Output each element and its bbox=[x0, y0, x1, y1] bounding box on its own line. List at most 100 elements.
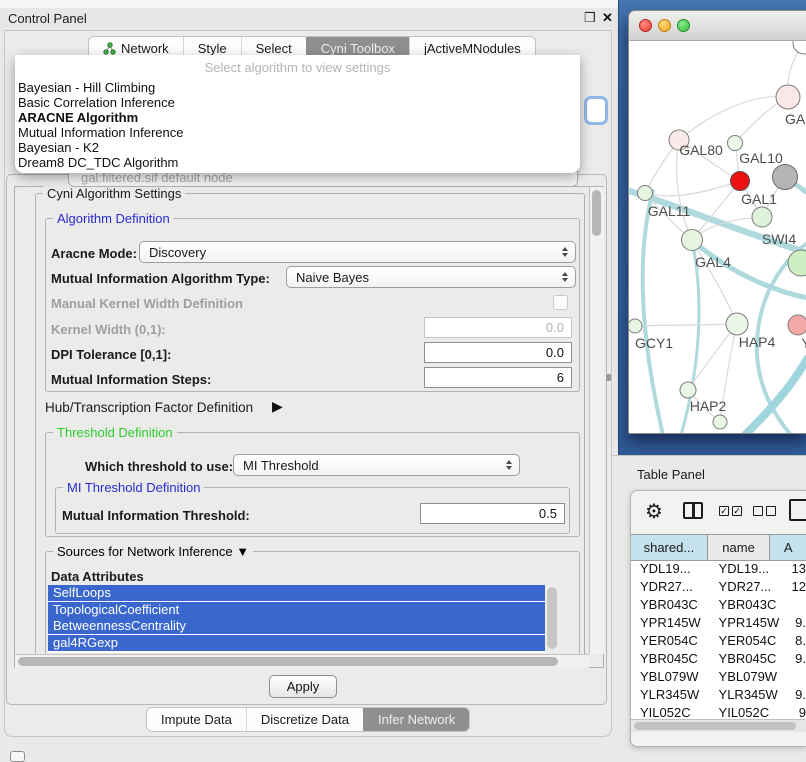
table-row[interactable]: YBR043CYBR043C bbox=[631, 597, 806, 615]
network-node-gal1[interactable] bbox=[752, 207, 772, 227]
scrollbar-thumb[interactable] bbox=[547, 587, 557, 649]
float-panel-icon[interactable]: ❒ bbox=[584, 10, 596, 26]
scrollbar-thumb[interactable] bbox=[18, 657, 558, 666]
table-panel-title: Table Panel bbox=[637, 467, 705, 482]
algorithm-popup: Select algorithm to view settings Bayesi… bbox=[15, 55, 580, 173]
deselect-all-boxes-icon[interactable] bbox=[753, 506, 776, 516]
table-toolbar: ⚙ ✓ ✓ bbox=[631, 491, 806, 534]
focused-scroll-button[interactable] bbox=[584, 96, 608, 125]
mi-algorithm-type-combobox[interactable]: Naive Bayes bbox=[286, 266, 576, 288]
hub-definition-label: Hub/Transcription Factor Definition bbox=[45, 400, 253, 415]
attribute-item-selected[interactable]: TopologicalCoefficient bbox=[48, 602, 545, 618]
close-panel-icon[interactable]: ✕ bbox=[602, 10, 613, 26]
network-node-hap4[interactable] bbox=[726, 313, 748, 335]
mi-steps-input[interactable]: 6 bbox=[424, 367, 572, 388]
attribute-item-selected[interactable]: SelfLoops bbox=[48, 585, 545, 601]
data-attributes-list: SelfLoops TopologicalCoefficient Between… bbox=[48, 585, 560, 653]
aracne-mode-label: Aracne Mode: bbox=[51, 246, 137, 261]
table-row[interactable]: YPR145WYPR145W9. bbox=[631, 615, 806, 633]
group-title: Threshold Definition bbox=[53, 425, 177, 440]
expand-arrow-icon[interactable]: ▶ bbox=[272, 398, 283, 415]
group-title: MI Threshold Definition bbox=[63, 480, 204, 495]
node-label: GAL1 bbox=[741, 191, 777, 207]
column-header-name[interactable]: name bbox=[708, 535, 771, 560]
settings-vertical-scrollbar[interactable] bbox=[589, 187, 604, 654]
scrollbar-thumb[interactable] bbox=[592, 190, 601, 236]
table-header-row: shared... name A bbox=[631, 534, 806, 561]
bottom-tabbar: Impute Data Discretize Data Infer Networ… bbox=[146, 707, 470, 732]
tab-discretize-data[interactable]: Discretize Data bbox=[246, 708, 363, 731]
network-node-gal-partial[interactable] bbox=[776, 85, 800, 109]
export-table-icon[interactable] bbox=[789, 499, 806, 521]
select-all-checks-icon[interactable]: ✓ ✓ bbox=[719, 506, 742, 516]
table-row[interactable]: YER054CYER054C8. bbox=[631, 633, 806, 651]
scrollbar-thumb[interactable] bbox=[634, 722, 796, 730]
network-window-titlebar[interactable] bbox=[629, 11, 806, 41]
algorithm-item[interactable]: Bayesian - Hill Climbing bbox=[15, 80, 580, 95]
dpi-tolerance-input[interactable]: 0.0 bbox=[424, 342, 572, 363]
network-node[interactable] bbox=[713, 415, 727, 429]
network-window[interactable]: GAL GAL80 GAL10 GAL1 GAL11 SWI4 GAL4 GCY… bbox=[628, 10, 806, 434]
apply-button[interactable]: Apply bbox=[269, 675, 337, 698]
algorithm-item[interactable]: Bayesian - K2 bbox=[15, 140, 580, 155]
table-row[interactable]: YBL079WYBL079W bbox=[631, 669, 806, 687]
network-node-salmon[interactable] bbox=[788, 315, 806, 335]
network-tab-icon bbox=[103, 42, 116, 55]
gear-icon[interactable]: ⚙ bbox=[645, 499, 663, 524]
network-canvas[interactable]: GAL GAL80 GAL10 GAL1 GAL11 SWI4 GAL4 GCY… bbox=[629, 41, 806, 434]
collapse-arrow-icon[interactable]: ▼ bbox=[236, 544, 249, 559]
network-node-gcy1[interactable] bbox=[629, 319, 642, 333]
table-row[interactable]: YLR345WYLR345W9. bbox=[631, 687, 806, 705]
network-node-gal10[interactable] bbox=[773, 165, 798, 190]
table-row[interactable]: YIL052CYIL052C9 bbox=[631, 705, 806, 719]
minimize-traffic-light[interactable] bbox=[658, 19, 671, 32]
tab-infer-network[interactable]: Infer Network bbox=[363, 708, 469, 731]
table-window: ⚙ ✓ ✓ shared... name A YDL19...YDL19...1… bbox=[630, 490, 806, 747]
column-header-shared-name[interactable]: shared... bbox=[631, 535, 708, 560]
network-node-gal11[interactable] bbox=[638, 186, 653, 201]
kernel-width-input[interactable]: 0.0 bbox=[424, 317, 572, 338]
algorithm-item[interactable]: Dream8 DC_TDC Algorithm bbox=[15, 155, 580, 170]
which-threshold-combobox[interactable]: MI Threshold bbox=[233, 454, 520, 476]
panel-splitter-handle[interactable] bbox=[606, 374, 611, 381]
zoom-traffic-light[interactable] bbox=[677, 19, 690, 32]
edge bbox=[745, 359, 806, 434]
aracne-mode-combobox[interactable]: Discovery bbox=[139, 241, 576, 263]
mi-threshold-input[interactable]: 0.5 bbox=[420, 503, 565, 524]
algorithm-item[interactable]: Basic Correlation Inference bbox=[15, 95, 580, 110]
group-title: Sources for Network Inference ▼ bbox=[53, 544, 253, 559]
table-row[interactable]: YBR045CYBR045C9. bbox=[631, 651, 806, 669]
attribute-item-selected[interactable]: BetweennessCentrality bbox=[48, 618, 545, 634]
data-attributes-label: Data Attributes bbox=[51, 569, 144, 584]
network-node-swi4[interactable] bbox=[788, 250, 806, 276]
edge bbox=[643, 191, 663, 434]
control-panel-titlebar: Control Panel ❒ ✕ bbox=[0, 8, 618, 30]
network-node[interactable] bbox=[793, 41, 806, 54]
edge bbox=[635, 324, 737, 326]
node-label: HAP2 bbox=[690, 398, 727, 414]
network-node-red[interactable] bbox=[731, 172, 750, 191]
columns-icon[interactable] bbox=[683, 502, 703, 519]
tab-impute-data[interactable]: Impute Data bbox=[147, 708, 246, 731]
table-horizontal-scrollbar[interactable] bbox=[631, 719, 806, 732]
kernel-width-label: Kernel Width (0,1): bbox=[51, 322, 166, 337]
column-header-partial[interactable]: A bbox=[770, 535, 806, 560]
algorithm-popup-placeholder: Select algorithm to view settings bbox=[15, 55, 580, 80]
network-node[interactable] bbox=[728, 136, 743, 151]
collapsed-panel-icon[interactable] bbox=[10, 751, 25, 762]
which-threshold-label: Which threshold to use: bbox=[85, 459, 233, 474]
mi-threshold-label: Mutual Information Threshold: bbox=[62, 508, 250, 523]
settings-horizontal-scrollbar[interactable] bbox=[15, 654, 589, 668]
manual-kernel-width-checkbox[interactable] bbox=[553, 295, 568, 310]
algorithm-item-selected[interactable]: ARACNE Algorithm bbox=[15, 110, 580, 125]
algorithm-item[interactable]: Mutual Information Inference bbox=[15, 125, 580, 140]
table-row[interactable]: YDL19...YDL19...13 bbox=[631, 561, 806, 579]
network-node-gal4[interactable] bbox=[682, 230, 703, 251]
table-row[interactable]: YDR27...YDR27...12 bbox=[631, 579, 806, 597]
network-node-hap2[interactable] bbox=[680, 382, 696, 398]
network-graph: GAL GAL80 GAL10 GAL1 GAL11 SWI4 GAL4 GCY… bbox=[629, 41, 806, 434]
attribute-item-selected[interactable]: gal4RGexp bbox=[48, 635, 545, 651]
close-traffic-light[interactable] bbox=[639, 19, 652, 32]
node-label: GAL4 bbox=[695, 254, 731, 270]
list-vertical-scrollbar[interactable] bbox=[545, 585, 560, 653]
